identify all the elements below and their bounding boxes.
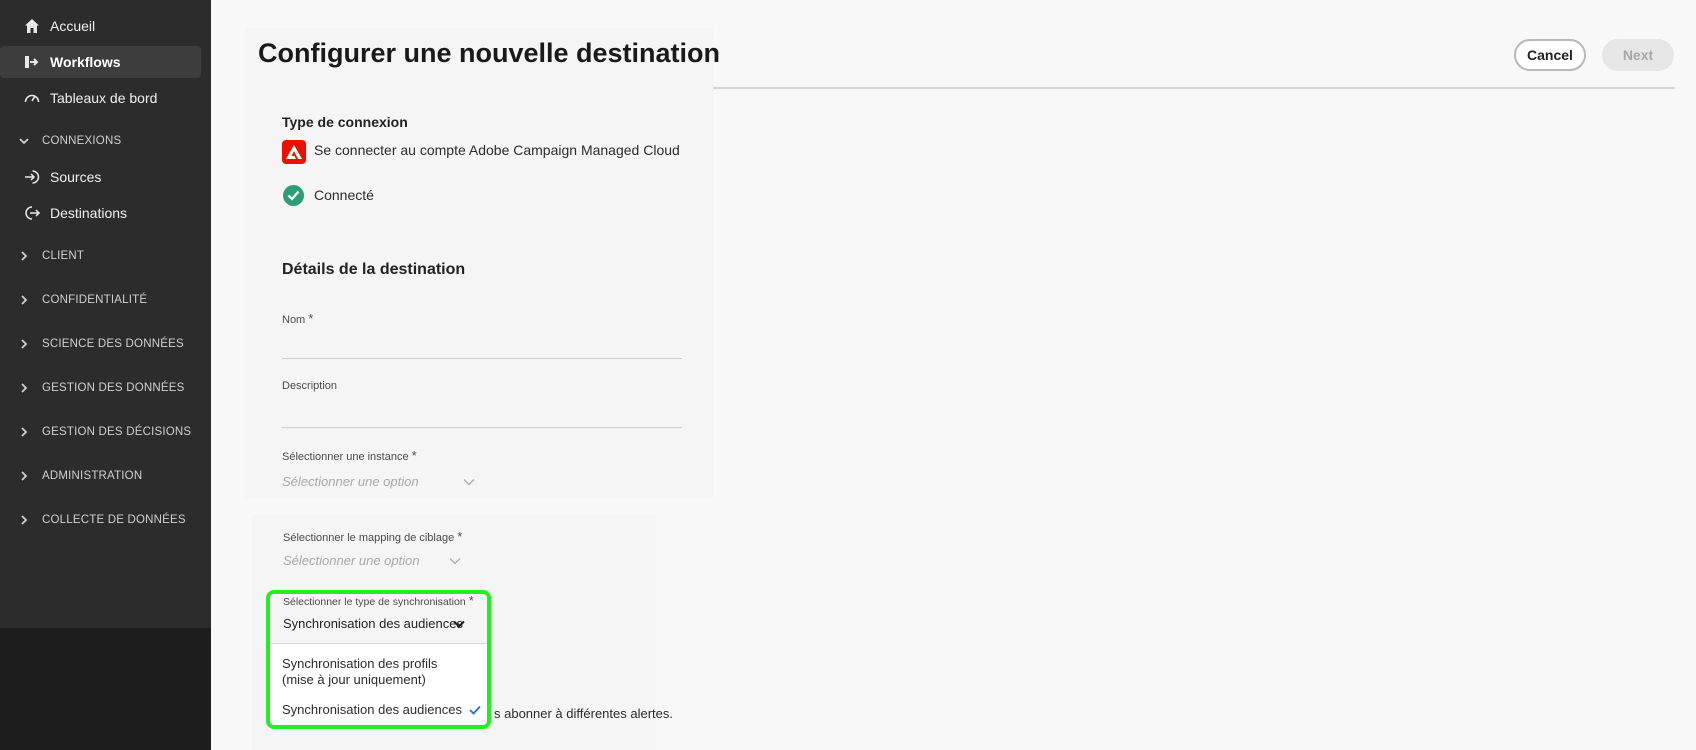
chevron-right-icon [18, 470, 30, 482]
name-field-label: Nom * [282, 311, 313, 326]
sidebar: Accueil Workflows Tableaux de bord CONNE… [0, 0, 211, 750]
sidebar-item-sources[interactable]: Sources [0, 161, 201, 193]
sidebar-section-administration[interactable]: ADMINISTRATION [0, 462, 211, 490]
sidebar-section-label: GESTION DES DONNÉES [42, 382, 185, 394]
page-title: Configurer une nouvelle destination [258, 38, 721, 68]
chevron-down-icon [18, 135, 30, 147]
connection-status-text: Connecté [314, 187, 374, 203]
sidebar-section-gestion-des-decisions[interactable]: GESTION DES DÉCISIONS [0, 418, 211, 446]
description-field-label: Description [282, 380, 338, 392]
sidebar-section-label: COLLECTE DE DONNÉES [42, 514, 186, 526]
required-marker: * [308, 311, 314, 326]
chevron-down-icon[interactable] [449, 557, 461, 565]
sidebar-section-client[interactable]: CLIENT [0, 242, 211, 270]
instance-field-label-text: Sélectionner une instance [282, 451, 409, 463]
sidebar-section-label: CONFIDENTIALITÉ [42, 294, 148, 306]
alerts-subscription-text: s abonner à différentes alertes. [494, 706, 673, 721]
connection-account-text: Se connecter au compte Adobe Campaign Ma… [314, 142, 680, 158]
sidebar-item-label: Accueil [50, 18, 96, 34]
destinations-icon [22, 203, 42, 223]
mapping-field-label: Sélectionner le mapping de ciblage * [283, 529, 462, 544]
header-divider [713, 87, 1675, 89]
chevron-right-icon [18, 250, 30, 262]
chevron-right-icon [18, 294, 30, 306]
sidebar-panel: Accueil Workflows Tableaux de bord CONNE… [0, 0, 211, 628]
sidebar-item-accueil[interactable]: Accueil [0, 10, 201, 42]
sidebar-section-confidentialite[interactable]: CONFIDENTIALITÉ [0, 286, 211, 314]
sidebar-section-label: GESTION DES DÉCISIONS [42, 426, 192, 438]
mapping-field-label-text: Sélectionner le mapping de ciblage [283, 532, 455, 544]
sidebar-section-gestion-des-donnees[interactable]: GESTION DES DONNÉES [0, 374, 211, 402]
sidebar-section-label: SCIENCE DES DONNÉES [42, 338, 184, 350]
chevron-down-icon[interactable] [463, 478, 475, 486]
chevron-right-icon [18, 514, 30, 526]
required-marker: * [457, 529, 463, 544]
required-marker: * [411, 448, 417, 463]
destination-details-heading: Détails de la destination [282, 261, 466, 278]
sidebar-section-collecte-de-donnees[interactable]: COLLECTE DE DONNÉES [0, 506, 211, 534]
sidebar-item-label: Workflows [50, 54, 121, 70]
connection-type-label: Type de connexion [282, 114, 408, 130]
sidebar-section-connexions[interactable]: CONNEXIONS [0, 127, 211, 155]
instance-field-label: Sélectionner une instance * [282, 448, 417, 463]
instance-select[interactable]: Sélectionner une option [282, 474, 419, 489]
chevron-right-icon [18, 382, 30, 394]
sidebar-section-label: CONNEXIONS [42, 135, 122, 147]
sidebar-item-tableaux-de-bord[interactable]: Tableaux de bord [0, 82, 201, 114]
sidebar-item-label: Tableaux de bord [50, 90, 158, 106]
sidebar-item-label: Sources [50, 169, 102, 185]
sidebar-section-label: CLIENT [42, 250, 85, 262]
sidebar-item-label: Destinations [50, 205, 128, 221]
home-icon [22, 16, 42, 36]
workflow-icon [22, 52, 42, 72]
sidebar-section-science-des-donnees[interactable]: SCIENCE DES DONNÉES [0, 330, 211, 358]
name-input[interactable] [282, 358, 682, 359]
sidebar-item-workflows[interactable]: Workflows [0, 46, 201, 78]
highlight-box [266, 590, 491, 729]
chevron-right-icon [18, 338, 30, 350]
checkmark-circle-icon [283, 185, 304, 206]
chevron-right-icon [18, 426, 30, 438]
cancel-button[interactable]: Cancel [1514, 39, 1586, 71]
name-field-label-text: Nom [282, 314, 306, 326]
sidebar-item-destinations[interactable]: Destinations [0, 197, 201, 229]
dashboard-icon [22, 88, 42, 108]
sidebar-section-label: ADMINISTRATION [42, 470, 143, 482]
sources-icon [22, 167, 42, 187]
next-button[interactable]: Next [1602, 39, 1674, 71]
description-input[interactable] [282, 427, 682, 428]
adobe-logo-icon [282, 140, 306, 164]
mapping-select[interactable]: Sélectionner une option [283, 553, 420, 568]
